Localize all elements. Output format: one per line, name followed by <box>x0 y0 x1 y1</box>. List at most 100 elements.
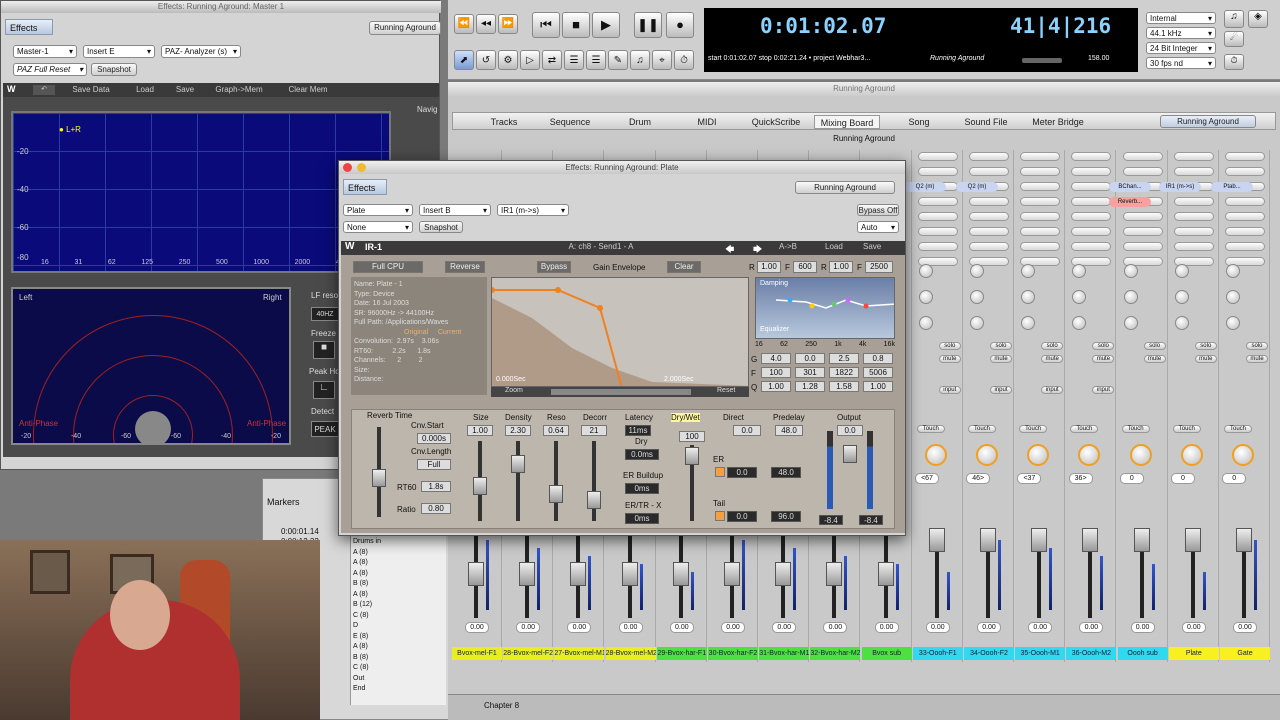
send-knob[interactable] <box>918 264 933 278</box>
clear-mem-button[interactable]: Clear Mem <box>275 85 341 95</box>
eq-q-value[interactable]: 1.00 <box>863 381 893 392</box>
insert-slot[interactable] <box>1020 152 1061 161</box>
channel-name[interactable]: 30-Bvox-har-F2 <box>708 647 758 660</box>
send-slot[interactable] <box>1020 242 1061 251</box>
tail-toggle[interactable] <box>715 511 725 521</box>
tab-mixing-board[interactable]: Mixing Board <box>814 115 880 129</box>
automation-dropdown[interactable]: Auto <box>857 221 899 233</box>
solo-button[interactable]: solo <box>1092 342 1115 350</box>
wait-icon[interactable]: ⏱ <box>1224 54 1244 70</box>
send-knob[interactable] <box>918 290 933 304</box>
pan-knob[interactable] <box>1129 444 1152 466</box>
insert-slot[interactable] <box>1173 167 1214 176</box>
er-delay-value[interactable]: 48.0 <box>771 467 801 478</box>
fader-value[interactable]: 0.00 <box>823 622 848 633</box>
solo-button[interactable]: solo <box>1143 342 1166 350</box>
touch-dropdown[interactable]: Touch <box>1121 425 1150 433</box>
eq-g-value[interactable]: 4.0 <box>761 353 791 364</box>
insert-slot[interactable] <box>1225 197 1265 206</box>
snapshot-button[interactable]: Snapshot <box>419 221 463 233</box>
send-label[interactable]: Ptab... <box>1211 182 1253 192</box>
insert-slot[interactable] <box>1020 167 1061 176</box>
save-data-button[interactable]: Save Data <box>63 85 119 95</box>
channel-name[interactable]: 34-Oooh-F2 <box>964 647 1014 660</box>
send-slot[interactable] <box>1122 242 1163 251</box>
channel-fader[interactable] <box>570 562 587 586</box>
load-button[interactable]: Load <box>127 85 163 95</box>
channel-name[interactable]: Bvox-mel-F1 <box>452 647 502 660</box>
solo-button[interactable]: solo <box>938 342 961 350</box>
drum-list-item[interactable]: E (8) <box>353 632 368 642</box>
channel-name[interactable]: Oooh sub <box>1117 647 1168 660</box>
channel-fader[interactable] <box>621 562 638 586</box>
channel-name[interactable]: 35-Oooh-M1 <box>1015 647 1066 660</box>
clear-button[interactable]: Clear <box>667 261 701 273</box>
send-knob[interactable] <box>1123 290 1138 304</box>
mute-button[interactable]: mute <box>990 355 1012 363</box>
transport-tool-icon[interactable]: ⬈ <box>454 50 474 70</box>
envelope-point[interactable] <box>555 287 561 293</box>
rt-low-multiplier[interactable]: 1.00 <box>757 261 781 273</box>
fader-value[interactable]: 0.00 <box>1130 622 1155 633</box>
insert-slot[interactable] <box>1071 167 1112 176</box>
send-knob[interactable] <box>970 316 984 330</box>
send-knob[interactable] <box>918 316 933 330</box>
send-knob[interactable] <box>1226 264 1240 278</box>
drum-list-item[interactable]: C (8) <box>353 663 369 673</box>
send-slot[interactable] <box>1225 227 1265 236</box>
er-toggle[interactable] <box>715 467 725 477</box>
send-knob[interactable] <box>1123 316 1138 330</box>
hz-button[interactable]: 40HZ <box>311 307 339 321</box>
send-label[interactable]: IR1 (m->s) <box>1159 182 1201 192</box>
er-tr-value[interactable]: 0ms <box>625 513 659 524</box>
drum-list-item[interactable]: B (8) <box>353 579 368 589</box>
save-button[interactable]: Save <box>167 85 203 95</box>
dry-wet-value[interactable]: 100 <box>679 431 705 442</box>
fader-value[interactable]: 0.00 <box>567 622 592 633</box>
bypass-ir-button[interactable]: Bypass <box>537 261 571 273</box>
drum-list-item[interactable]: B (8) <box>353 653 368 663</box>
send-knob[interactable] <box>970 290 984 304</box>
tab-sequence[interactable]: Sequence <box>540 115 600 129</box>
fader-value[interactable]: 0.00 <box>465 622 489 633</box>
bypass-button[interactable]: Bypass Off <box>857 204 899 216</box>
tab-tracks[interactable]: Tracks <box>484 115 524 129</box>
bit-depth-dropdown[interactable]: 24 Bit Integer <box>1146 42 1216 54</box>
send-knob[interactable] <box>970 264 984 278</box>
input-button[interactable]: input <box>1092 386 1115 394</box>
send-slot[interactable] <box>917 227 958 236</box>
gain-envelope-graph[interactable]: 0.000Sec 2.000Sec <box>491 277 749 387</box>
reverse-button[interactable]: Reverse <box>445 261 485 273</box>
insert-slot[interactable] <box>1122 167 1163 176</box>
channel-fader[interactable] <box>980 528 996 552</box>
metronome-icon[interactable]: ♫ <box>1224 10 1244 28</box>
solo-button[interactable]: solo <box>1246 342 1268 350</box>
rt-high-multiplier[interactable]: 1.00 <box>829 261 853 273</box>
insert-slot[interactable] <box>1020 197 1061 206</box>
send-knob[interactable] <box>1123 264 1138 278</box>
ratio-value[interactable]: 0.80 <box>421 503 451 514</box>
pan-knob[interactable] <box>1180 444 1203 466</box>
insert-slot[interactable] <box>1225 152 1265 161</box>
channel-name[interactable]: 28-Bvox-mel-M2 <box>605 647 656 660</box>
drum-list-item[interactable]: A (8) <box>353 569 368 579</box>
drum-list-item[interactable]: Drums in <box>353 537 381 547</box>
solo-button[interactable]: solo <box>990 342 1012 350</box>
fader-value[interactable]: 0.00 <box>772 622 797 633</box>
channel-name[interactable]: 36-Oooh-M2 <box>1066 647 1117 660</box>
send-label[interactable]: BChan... <box>1109 182 1151 192</box>
channel-fader[interactable] <box>468 562 484 586</box>
tab-sound-file[interactable]: Sound File <box>958 115 1014 129</box>
sync-icon[interactable]: ◈ <box>1248 10 1268 28</box>
insert-slot[interactable] <box>1071 182 1112 191</box>
send-knob[interactable] <box>1174 264 1189 278</box>
insert-slot[interactable] <box>917 197 958 206</box>
nudge-back-icon[interactable]: ◂◂ <box>476 14 496 34</box>
send-slot[interactable] <box>917 212 958 221</box>
navigate-knob[interactable]: Navig <box>417 105 441 145</box>
channel-name[interactable]: Bvox sub <box>861 647 912 660</box>
channel-name[interactable]: 28-Bvox-mel-F2 <box>503 647 554 660</box>
send-slot[interactable] <box>969 242 1009 251</box>
send-slot[interactable] <box>1173 242 1214 251</box>
envelope-point[interactable] <box>492 287 495 293</box>
